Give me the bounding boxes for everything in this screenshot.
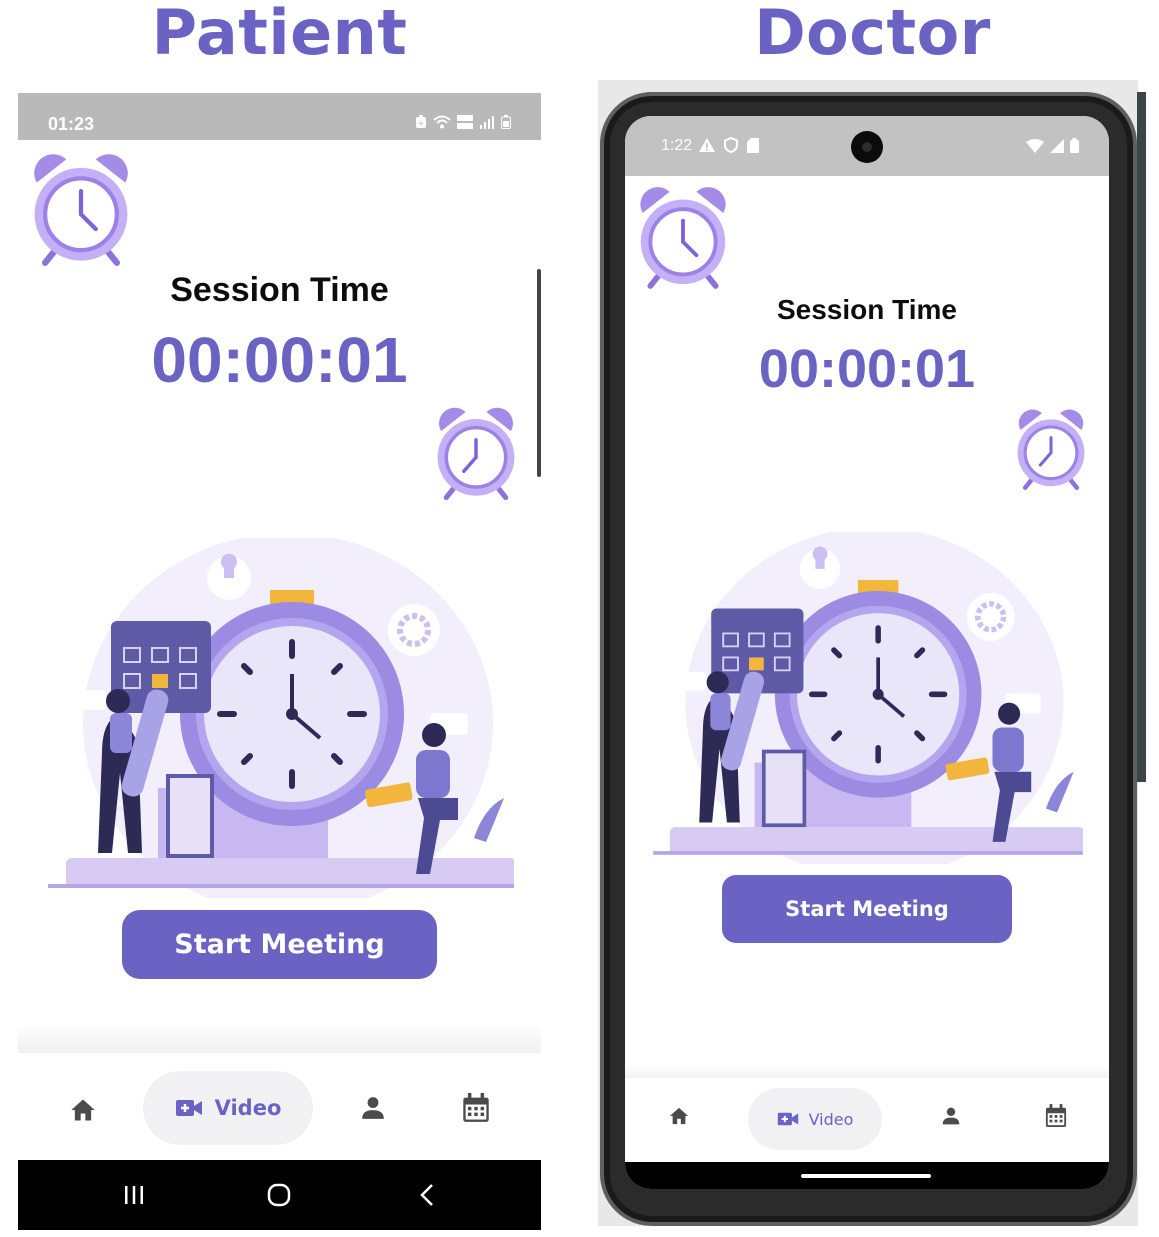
battery-icon [1070,138,1079,153]
emulator-side-panel [1137,92,1146,782]
session-time-label: Session Time [170,271,389,309]
status-time: 1:22 [661,137,693,154]
time-management-illustration [48,538,514,898]
front-camera [851,131,883,163]
home-circle-icon [267,1183,291,1207]
nav-video[interactable]: Video [748,1088,882,1150]
patient-phone-screen: 01:23 + Session Time 00:00:01 Start Meet… [18,93,541,1230]
nav-profile[interactable] [931,1096,971,1136]
wifi-icon [433,115,451,129]
gesture-nav-area [625,1162,1109,1189]
wifi-icon [1026,138,1044,153]
calendar-icon [463,1093,489,1122]
battery-icon [501,115,511,129]
alarm-clock-icon [437,407,515,501]
person-icon [942,1107,960,1125]
home-icon [669,1107,689,1125]
calendar-icon [1045,1104,1067,1127]
alarm-clock-icon [34,154,128,266]
session-timer: 00:00:01 [151,324,408,396]
bottom-nav: Video [18,1053,541,1160]
nav-video[interactable]: Video [143,1071,313,1145]
nav-home[interactable] [659,1096,699,1136]
signal-icon [1050,138,1064,153]
nav-video-label: Video [808,1109,854,1129]
status-bar: 1:22 [625,116,1109,176]
status-icons-left [699,137,759,153]
start-meeting-button[interactable]: Start Meeting [122,910,437,979]
system-home-button[interactable] [259,1180,299,1210]
session-time-label: Session Time [776,294,957,325]
video-add-icon [175,1100,202,1116]
signal-icon [480,116,494,129]
alarm-clock-icon [640,187,726,289]
svg-text:+: + [418,119,425,128]
time-management-illustration [653,532,1083,864]
nav-shadow [625,1066,1109,1078]
back-button[interactable] [407,1180,447,1210]
recents-button[interactable] [114,1180,154,1210]
recents-icon [125,1186,143,1204]
status-bar: 01:23 + [18,93,541,140]
nav-shadow [18,1023,541,1053]
nav-calendar[interactable] [1036,1096,1076,1136]
doctor-phone-screen: 1:22 Session Time 00:00:01 Start Meeting… [625,116,1109,1189]
status-icons: + [415,115,511,129]
shield-icon [724,137,738,153]
patient-heading: Patient [151,0,408,69]
battery-saver-icon: + [416,115,426,128]
bottom-nav: Video [625,1078,1109,1162]
gesture-handle[interactable] [801,1174,931,1178]
status-time: 01:23 [48,114,95,134]
doctor-heading: Doctor [754,0,991,69]
system-nav-bar [18,1160,541,1230]
video-add-icon [777,1112,798,1126]
sd-card-icon [747,137,759,153]
home-icon [71,1099,95,1121]
back-icon [420,1184,433,1206]
start-meeting-button[interactable]: Start Meeting [722,875,1012,943]
nav-home[interactable] [58,1085,108,1135]
alarm-clock-icon [1017,409,1085,491]
warning-icon [699,138,715,152]
session-timer: 00:00:01 [758,339,976,399]
nav-video-label: Video [214,1096,282,1120]
nav-calendar[interactable] [451,1083,501,1133]
volte-icon [457,115,473,129]
nav-profile[interactable] [348,1083,398,1133]
status-icons-right [1026,138,1079,153]
person-icon [362,1097,384,1119]
